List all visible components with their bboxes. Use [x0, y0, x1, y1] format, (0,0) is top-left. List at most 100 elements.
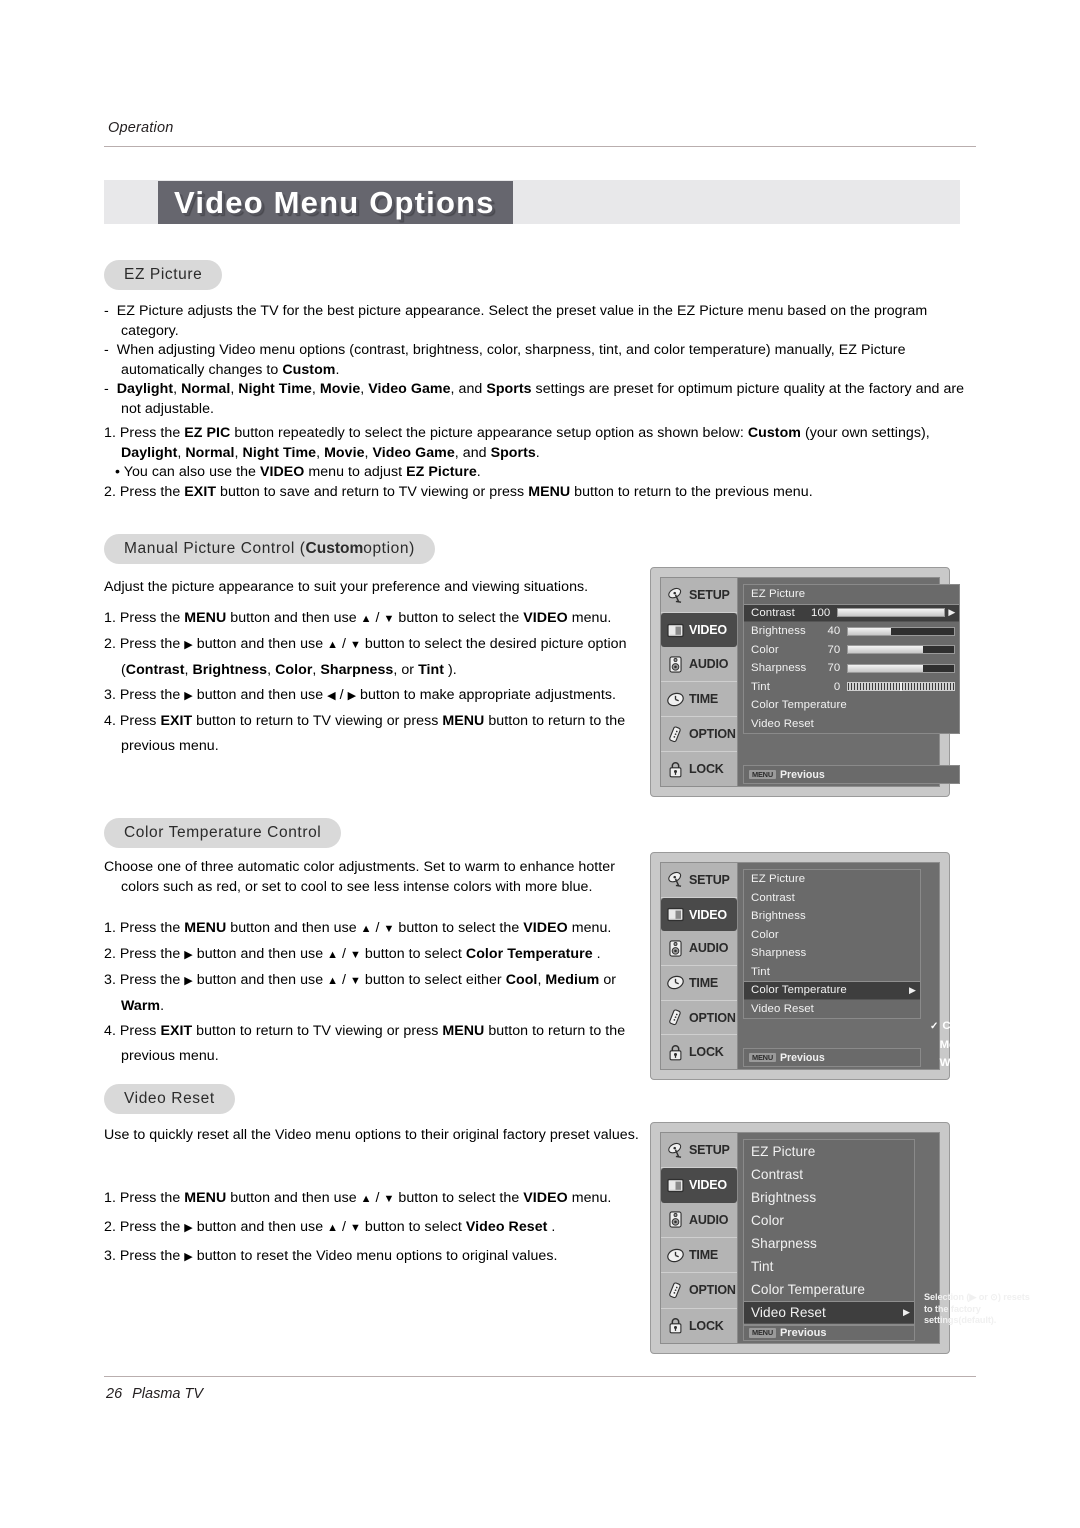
osd-menu-row[interactable]: Color: [744, 1209, 914, 1232]
osd-sidebar-item-lock[interactable]: LOCK: [661, 1035, 737, 1069]
osd-menu-row[interactable]: Contrast: [744, 1163, 914, 1186]
osd-menu-row[interactable]: Tint: [744, 1255, 914, 1278]
tv-screen-icon: [667, 907, 684, 922]
osd-sidebar-item-label: TIME: [689, 975, 719, 990]
osd-slider[interactable]: [847, 682, 956, 692]
osd-menu-row[interactable]: Brightness: [744, 907, 920, 926]
osd-menu-video-reset[interactable]: SETUP VIDEO AUDIO TIME OPTION LOCK EZ Picture…: [650, 1122, 1030, 1354]
previous-label: Previous: [779, 768, 825, 781]
osd-menu-row[interactable]: Sharpness: [744, 1232, 914, 1255]
osd-submenu-option[interactable]: ✓ Cool: [930, 1017, 983, 1036]
osd-sidebar-item-option[interactable]: OPTION: [661, 1273, 737, 1309]
osd-menu-row[interactable]: Sharpness 70: [744, 659, 959, 678]
osd-sidebar-item-label: SETUP: [689, 872, 730, 887]
osd-menu-color-temperature[interactable]: SETUP VIDEO AUDIO TIME OPTION LOCK EZ Picture…: [650, 852, 983, 1080]
osd-menu-row[interactable]: EZ Picture: [744, 870, 920, 889]
osd-sidebar-item-option[interactable]: OPTION: [661, 1001, 737, 1036]
osd-previous-bar[interactable]: MENU Previous: [743, 765, 961, 784]
osd-sidebar-item-option[interactable]: OPTION: [661, 717, 737, 752]
manual-picture-step-1: 1. Press the MENU button and then use ▲ …: [104, 610, 612, 626]
osd-sidebar-item-video[interactable]: VIDEO: [661, 897, 737, 932]
osd-sidebar[interactable]: SETUP VIDEO AUDIO TIME OPTION LOCK: [661, 863, 738, 1069]
osd-menu-video-sliders[interactable]: SETUP VIDEO AUDIO TIME OPTION LOCK EZ Picture…: [650, 567, 961, 797]
padlock-icon: [669, 1044, 682, 1061]
osd-menu-list[interactable]: EZ Picture Contrast 100 ▶ Brightness 40 Color 7…: [743, 584, 961, 734]
header-divider: [104, 146, 976, 147]
osd-sidebar-item-time[interactable]: TIME: [661, 1238, 737, 1274]
osd-sidebar-item-time[interactable]: TIME: [661, 682, 737, 717]
osd-sidebar-item-time[interactable]: TIME: [661, 966, 737, 1001]
ez-picture-bullets: - EZ Picture adjusts the TV for the best…: [104, 302, 976, 420]
tv-screen-icon: [667, 1178, 684, 1193]
osd-menu-row[interactable]: EZ Picture: [744, 585, 959, 604]
osd-sidebar-item-lock[interactable]: LOCK: [661, 752, 737, 786]
osd-menu-row[interactable]: Sharpness: [744, 944, 920, 963]
osd-slider-fill: [848, 646, 923, 654]
footer-product: Plasma TV: [132, 1386, 204, 1402]
osd-menu-row-label: Tint: [751, 965, 770, 978]
osd-menu-row-label: Color: [751, 1213, 784, 1228]
ez-picture-bullet-3: - Daylight, Normal, Night Time, Movie, V…: [104, 381, 965, 417]
color-temperature-step-1: 1. Press the MENU button and then use ▲ …: [104, 920, 612, 936]
previous-label: Previous: [779, 1327, 827, 1339]
osd-menu-row[interactable]: Color Temperature: [744, 1278, 914, 1301]
osd-sidebar-item-label: LOCK: [689, 762, 724, 776]
speaker-icon: [669, 655, 682, 673]
osd-sidebar-item-video[interactable]: VIDEO: [661, 1168, 737, 1203]
running-header: Operation: [108, 120, 174, 136]
osd-slider[interactable]: [847, 626, 956, 636]
osd-previous-bar[interactable]: MENU Previous: [743, 1325, 915, 1341]
osd-sidebar-item-setup[interactable]: SETUP: [661, 1133, 737, 1169]
osd-menu-row[interactable]: Tint: [744, 963, 920, 982]
osd-menu-row[interactable]: EZ Picture: [744, 1140, 914, 1163]
osd-sidebar-item-lock[interactable]: LOCK: [661, 1309, 737, 1343]
osd-menu-row-label: Color Temperature: [751, 1282, 866, 1297]
osd-menu-row[interactable]: Color Temperature: [744, 696, 959, 715]
osd-sidebar-item-setup[interactable]: SETUP: [661, 578, 737, 613]
osd-previous-bar[interactable]: MENU Previous: [743, 1048, 921, 1067]
video-reset-bullet: Use to quickly reset all the Video menu …: [104, 1126, 649, 1146]
osd-submenu-option[interactable]: Warm: [930, 1054, 983, 1073]
osd-sidebar[interactable]: SETUP VIDEO AUDIO TIME OPTION LOCK: [661, 1133, 738, 1343]
osd-sidebar-item-video[interactable]: VIDEO: [661, 613, 737, 647]
osd-menu-row[interactable]: Color Temperature ▶: [744, 981, 920, 1000]
osd-menu-row[interactable]: Video Reset: [744, 715, 959, 734]
osd-slider[interactable]: [837, 608, 946, 618]
osd-menu-row-value: 100: [811, 606, 831, 619]
osd-menu-row-label: EZ Picture: [751, 1144, 816, 1159]
footer-divider: [104, 1376, 976, 1377]
osd-menu-row[interactable]: Video Reset ▶: [744, 1301, 914, 1324]
osd-sidebar-item-label: AUDIO: [689, 657, 729, 671]
osd-menu-row-label: Sharpness: [751, 1236, 817, 1251]
color-temperature-bullet: Choose one of three automatic color adju…: [104, 858, 649, 897]
video-reset-step-2: 2. Press the ▶ button and then use ▲ / ▼…: [104, 1219, 556, 1235]
osd-menu-row[interactable]: Color 70: [744, 641, 959, 660]
manual-picture-step-4: 4. Press EXIT button to return to TV vie…: [104, 713, 626, 754]
osd-menu-row[interactable]: Video Reset: [744, 1000, 920, 1019]
osd-sidebar-item-audio[interactable]: AUDIO: [661, 1203, 737, 1238]
osd-sidebar-item-audio[interactable]: AUDIO: [661, 647, 737, 682]
tv-screen-icon: [667, 623, 684, 637]
osd-sidebar[interactable]: SETUP VIDEO AUDIO TIME OPTION LOCK: [661, 578, 738, 786]
osd-submenu-option-label: Medium: [939, 1038, 983, 1051]
menu-key-badge: MENU: [749, 1052, 776, 1063]
osd-menu-row-label: Sharpness: [751, 947, 807, 960]
osd-menu-row[interactable]: Contrast 100 ▶: [744, 603, 960, 622]
osd-sidebar-item-label: LOCK: [689, 1318, 724, 1333]
osd-submenu-color-temperature[interactable]: ✓ Cool Medium Warm: [930, 1017, 983, 1073]
osd-menu-list[interactable]: EZ Picture Contrast Brightness Color Sharpne…: [743, 869, 921, 1019]
osd-menu-list[interactable]: EZ Picture Contrast Brightness Color Sharpne…: [743, 1139, 915, 1325]
osd-menu-row[interactable]: Color: [744, 926, 920, 945]
osd-menu-row[interactable]: Tint 0: [744, 678, 959, 697]
satellite-dish-icon: [668, 872, 682, 888]
osd-sidebar-item-setup[interactable]: SETUP: [661, 863, 737, 898]
osd-sidebar-item-audio[interactable]: AUDIO: [661, 931, 737, 967]
osd-submenu-option[interactable]: Medium: [930, 1036, 983, 1055]
manual-picture-bullet-1: Adjust the picture appearance to suit yo…: [104, 579, 589, 595]
osd-menu-row[interactable]: Contrast: [744, 889, 920, 908]
osd-slider[interactable]: [847, 645, 956, 655]
manual-picture-step-2: 2. Press the ▶ button and then use ▲ / ▼…: [104, 636, 627, 678]
osd-menu-row[interactable]: Brightness 40: [744, 622, 959, 641]
osd-slider[interactable]: [847, 663, 956, 673]
osd-menu-row[interactable]: Brightness: [744, 1186, 914, 1209]
